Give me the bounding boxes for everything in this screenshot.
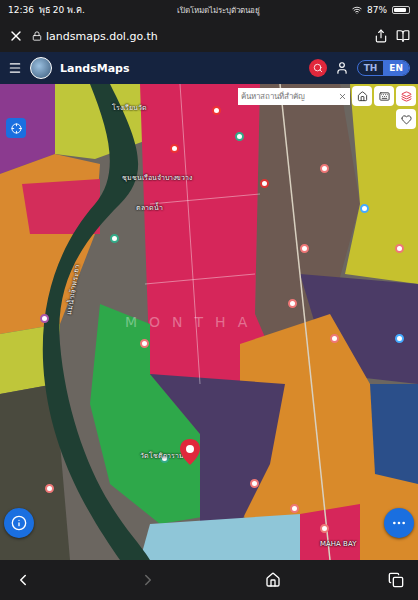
- status-center: เปิดโหมดไม่ระบุตัวตนอยู่: [177, 4, 260, 17]
- map-poi-icon[interactable]: [212, 106, 221, 115]
- forward-icon[interactable]: [139, 571, 157, 589]
- map-poi-icon[interactable]: [395, 244, 404, 253]
- map-label: ตลาดน้ำ: [136, 202, 163, 213]
- map-poi-icon[interactable]: [140, 339, 149, 348]
- keyboard-button[interactable]: [374, 86, 394, 106]
- map-poi-icon[interactable]: [320, 524, 329, 533]
- map-poi-icon[interactable]: [288, 299, 297, 308]
- status-bar: 12:36 พุธ 20 พ.ค. เปิดโหมดไม่ระบุตัวตนอยู่…: [0, 0, 418, 20]
- language-option[interactable]: TH: [358, 61, 384, 75]
- status-time: 12:36: [8, 5, 34, 15]
- battery-icon: [392, 6, 410, 14]
- menu-icon[interactable]: [8, 61, 22, 75]
- back-icon[interactable]: [14, 571, 32, 589]
- crosshair-icon: [11, 123, 22, 134]
- bookmarks-icon[interactable]: [396, 29, 410, 43]
- map-poi-icon[interactable]: [360, 204, 369, 213]
- browser-toolbar: [0, 560, 418, 600]
- tabs-icon[interactable]: [388, 572, 404, 588]
- place-search-field[interactable]: ค้นหาสถานที่สำคัญ: [238, 88, 350, 105]
- locate-button[interactable]: [6, 118, 26, 138]
- language-option[interactable]: EN: [383, 61, 409, 75]
- map-label: MAHA BAY: [320, 540, 356, 548]
- app-title: LandsMaps: [60, 62, 301, 75]
- status-date: พุธ 20 พ.ค.: [39, 3, 85, 17]
- map-poi-icon[interactable]: [260, 179, 269, 188]
- lock-icon: [32, 31, 42, 41]
- map-poi-icon[interactable]: [235, 132, 244, 141]
- map-poi-icon[interactable]: [290, 504, 299, 513]
- map-poi-icon[interactable]: [110, 234, 119, 243]
- map-poi-icon[interactable]: [330, 334, 339, 343]
- map-label: ชุมชนเรือนจำบางขวาง: [122, 172, 192, 183]
- map[interactable]: โรงเรียนวัดชุมชนเรือนจำบางขวางตลาดน้ำแม่…: [0, 84, 418, 560]
- map-poi-icon[interactable]: [40, 314, 49, 323]
- layers-icon: [401, 91, 412, 102]
- battery-percent: 87%: [367, 5, 387, 15]
- layers-button[interactable]: [396, 86, 416, 106]
- watermark: MONTHA: [125, 314, 259, 330]
- user-icon[interactable]: [335, 61, 349, 75]
- status-left: 12:36 พุธ 20 พ.ค.: [8, 3, 85, 17]
- place-search-placeholder: ค้นหาสถานที่สำคัญ: [241, 90, 336, 103]
- map-label: วัดโชติการาม: [140, 450, 184, 461]
- home-view-button[interactable]: [352, 86, 372, 106]
- map-poi-icon[interactable]: [320, 164, 329, 173]
- url-field[interactable]: landsmaps.dol.go.th: [32, 30, 366, 43]
- logo-icon: [30, 57, 52, 79]
- battery-fill: [394, 8, 406, 12]
- map-poi-icon[interactable]: [300, 244, 309, 253]
- language-toggle: THEN: [357, 60, 410, 76]
- location-pin-icon[interactable]: [180, 439, 200, 465]
- map-poi-icon[interactable]: [395, 334, 404, 343]
- app-header: LandsMaps THEN: [0, 52, 418, 84]
- favorite-button[interactable]: [396, 109, 416, 129]
- page: 12:36 พุธ 20 พ.ค. เปิดโหมดไม่ระบุตัวตนอยู่…: [0, 0, 418, 600]
- map-poi-icon[interactable]: [170, 144, 179, 153]
- heart-icon: [401, 114, 412, 125]
- ellipsis-icon: [391, 515, 407, 531]
- status-right: 87%: [352, 5, 410, 15]
- close-icon[interactable]: [8, 28, 24, 44]
- info-icon: [11, 515, 27, 531]
- wifi-icon: [352, 5, 362, 15]
- url-bar: landsmaps.dol.go.th: [0, 20, 418, 52]
- search-icon: [313, 63, 323, 73]
- house-icon: [357, 91, 368, 102]
- info-button[interactable]: [4, 508, 34, 538]
- home-icon[interactable]: [265, 572, 281, 588]
- search-button[interactable]: [309, 59, 327, 77]
- clear-icon[interactable]: [338, 92, 347, 101]
- keyboard-icon: [379, 91, 390, 102]
- map-poi-icon[interactable]: [45, 484, 54, 493]
- map-label: โรงเรียนวัด: [112, 102, 147, 113]
- share-icon[interactable]: [374, 29, 388, 43]
- url-text: landsmaps.dol.go.th: [46, 30, 158, 43]
- more-button[interactable]: [384, 508, 414, 538]
- map-poi-icon[interactable]: [250, 479, 259, 488]
